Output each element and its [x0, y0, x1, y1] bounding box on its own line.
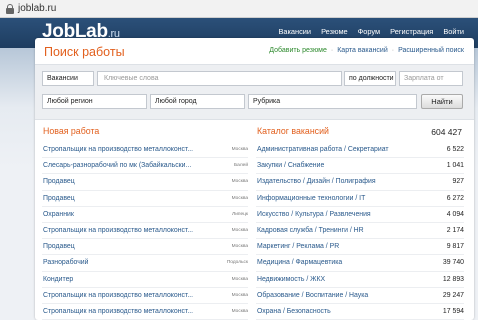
new-jobs-title: Новая работа [43, 126, 100, 136]
new-jobs-list: Стропальщик на производство металлоконст… [42, 142, 248, 320]
list-item: Продавец Москва [42, 174, 248, 191]
job-city: Балей [234, 163, 248, 169]
url-text[interactable]: joblab.ru [18, 3, 56, 14]
category-link[interactable]: Недвижимость / ЖКХ [257, 276, 325, 283]
lock-icon [6, 4, 14, 14]
job-city: Москва [231, 227, 248, 233]
list-item: Издательство / Дизайн / Полиграфия 927 [256, 174, 465, 191]
job-link[interactable]: Стропальщик на производство металлоконст… [43, 292, 193, 299]
main-card: Поиск работы Добавить резюме · Карта вак… [35, 38, 474, 320]
category-count: 927 [452, 178, 465, 186]
link-separator: · [330, 47, 334, 54]
job-city: Москва [231, 195, 248, 201]
region-select[interactable]: Любой регион [42, 94, 147, 109]
category-link[interactable]: Информационные технологии / IT [257, 195, 365, 202]
advanced-search-link[interactable]: Расширенный поиск [398, 47, 464, 54]
job-city: Москва [231, 147, 248, 152]
search-links: Добавить резюме · Карта вакансий · Расши… [269, 47, 464, 54]
salary-input[interactable]: Зарплата от [399, 71, 463, 86]
list-item: Информационные технологии / IT 6 272 [256, 191, 464, 207]
category-link[interactable]: Кадровая служба / Тренинги / HR [257, 227, 364, 234]
category-link[interactable]: Образование / Воспитание / Наука [257, 292, 368, 299]
browser-address-bar[interactable]: joblab.ru [0, 0, 478, 18]
find-button[interactable]: Найти [421, 94, 463, 109]
list-item: Стропальщик на производство металлоконст… [42, 288, 248, 304]
job-link[interactable]: Разнорабочий [43, 259, 89, 266]
category-count: 2 174 [446, 226, 464, 234]
category-link[interactable]: Маркетинг / Реклама / PR [257, 243, 339, 250]
catalog-title: Каталог вакансий [257, 126, 329, 136]
category-link[interactable]: Медицина / Фармацевтика [257, 259, 342, 266]
list-item: Стропальщик на производство металлоконст… [42, 142, 248, 159]
city-select[interactable]: Любой город [150, 94, 245, 109]
job-link[interactable]: Продавец [43, 243, 75, 250]
keywords-input[interactable]: Ключевые слова [97, 71, 342, 86]
nav-vacancies[interactable]: Вакансии [278, 27, 311, 36]
list-item: Административная работа / Секретариат 6 5… [256, 142, 464, 159]
category-count: 29 247 [442, 291, 464, 299]
rubric-select[interactable]: Рубрика [248, 94, 417, 109]
list-item: Кондитер Москва [42, 272, 248, 288]
job-link[interactable]: Продавец [43, 195, 75, 202]
category-count: 9 817 [446, 243, 464, 251]
list-item: Медицина / Фармацевтика 39 740 [256, 255, 464, 272]
top-nav: Вакансии Резюме Форум Регистрация Войти [278, 27, 464, 36]
list-item: Стропальщик на производство металлоконст… [42, 223, 248, 240]
category-count: 12 893 [442, 275, 464, 283]
search-title: Поиск работы [44, 45, 125, 59]
category-link[interactable]: Закупки / Снабжение [257, 162, 324, 169]
list-item: Образование / Воспитание / Наука 29 247 [256, 288, 464, 304]
category-count: 17 594 [442, 307, 464, 315]
category-link[interactable]: Охрана / Безопасность [257, 308, 331, 315]
search-panel: Вакансии Ключевые слова по должности Зар… [35, 64, 474, 120]
job-link[interactable]: Слесарь-разнорабочий по мк (Забайкальски… [43, 162, 191, 169]
nav-forum[interactable]: Форум [358, 27, 380, 36]
list-item: Маркетинг / Реклама / PR 9 817 [256, 239, 464, 256]
category-link[interactable]: Искусство / Культура / Развлечения [257, 211, 371, 218]
category-count: 4 094 [446, 210, 464, 218]
job-link[interactable]: Стропальщик на производство металлоконст… [43, 146, 193, 153]
job-link[interactable]: Стропальщик на производство металлоконст… [43, 308, 193, 315]
list-item: Продавец Москва [42, 239, 248, 256]
list-item: Охранник Липецк [42, 207, 248, 223]
link-separator: · [391, 47, 395, 54]
list-item: Слесарь-разнорабочий по мк (Забайкальски… [42, 158, 248, 175]
job-city: Москва [231, 308, 248, 314]
job-link[interactable]: Кондитер [43, 276, 73, 283]
job-city: Москва [231, 292, 248, 298]
add-resume-link[interactable]: Добавить резюме [269, 47, 327, 54]
list-item: Продавец Москва [42, 191, 248, 207]
job-city: Подольск [226, 260, 248, 266]
job-city: Москва [231, 276, 248, 282]
job-city: Липецк [232, 211, 248, 217]
list-item: Недвижимость / ЖКХ 12 893 [256, 272, 464, 288]
list-item: Разнорабочий Подольск [42, 255, 248, 272]
vacancy-map-link[interactable]: Карта вакансий [337, 47, 388, 54]
job-link[interactable]: Продавец [43, 178, 75, 185]
job-link[interactable]: Охранник [43, 211, 74, 218]
catalog-list: Административная работа / Секретариат 6 5… [256, 142, 464, 320]
list-item: Закупки / Снабжение 1 041 [256, 158, 464, 175]
category-count: 1 041 [446, 162, 464, 170]
search-by-select[interactable]: по должности [344, 71, 396, 86]
category-count: 39 740 [442, 259, 464, 267]
category-count: 6 272 [446, 194, 464, 202]
nav-register[interactable]: Регистрация [390, 27, 433, 36]
catalog-total: 604 427 [431, 127, 462, 137]
nav-resume[interactable]: Резюме [321, 27, 348, 36]
search-type-select[interactable]: Вакансии [42, 71, 94, 86]
nav-login[interactable]: Войти [443, 27, 464, 36]
list-item: Стропальщик на производство металлоконст… [42, 304, 248, 320]
job-city: Москва [231, 244, 248, 250]
category-link[interactable]: Издательство / Дизайн / Полиграфия [257, 178, 376, 185]
list-item: Кадровая служба / Тренинги / HR 2 174 [256, 223, 464, 240]
list-item: Искусство / Культура / Развлечения 4 094 [256, 207, 464, 223]
category-count: 6 522 [446, 146, 464, 153]
job-city: Москва [231, 179, 248, 185]
category-link[interactable]: Административная работа / Секретариат [257, 146, 389, 153]
list-item: Охрана / Безопасность 17 594 [256, 304, 464, 320]
job-link[interactable]: Стропальщик на производство металлоконст… [43, 227, 193, 234]
